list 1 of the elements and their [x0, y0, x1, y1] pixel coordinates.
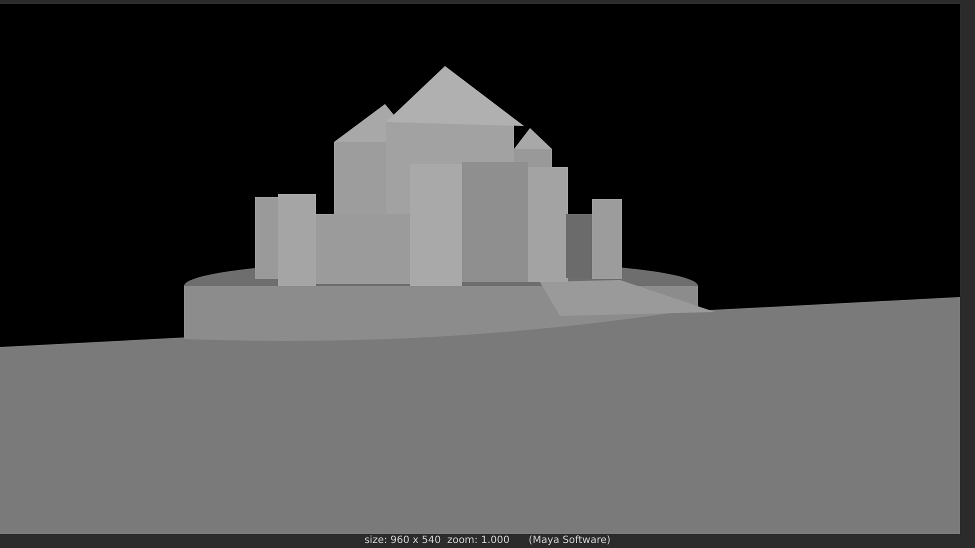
render-status-text: size: 960 x 540 zoom: 1.000 (Maya Software)	[364, 535, 611, 547]
